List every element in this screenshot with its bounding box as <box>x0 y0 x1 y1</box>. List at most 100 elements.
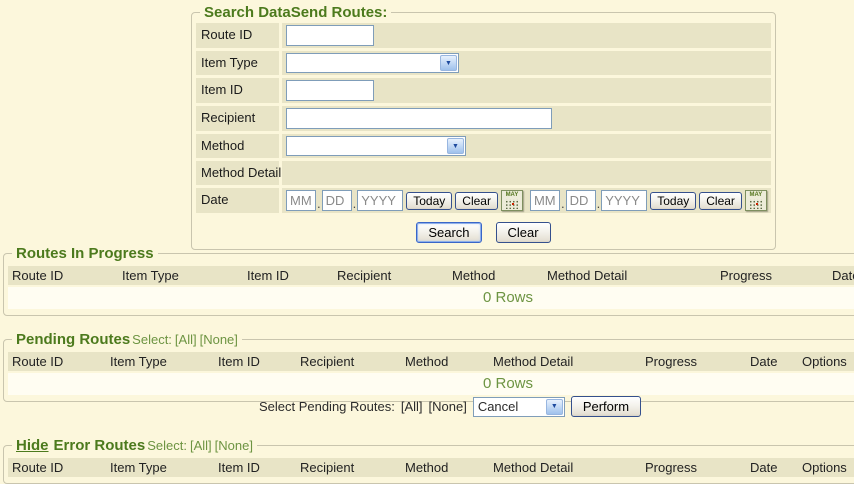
table-header-row: Route ID Item Type Item ID Recipient Met… <box>8 458 854 477</box>
column-header: Progress <box>641 458 746 477</box>
column-header: Options <box>798 352 854 371</box>
column-header: Method Detail <box>543 266 716 285</box>
method-field-cell: ▼ <box>282 134 771 158</box>
select-all-link[interactable]: [All] <box>190 438 212 453</box>
item-id-label: Item ID <box>196 78 279 103</box>
date-separator: . <box>561 196 565 211</box>
perform-button[interactable]: Perform <box>571 396 641 417</box>
calendar-today-dot <box>512 203 514 205</box>
recipient-row: Recipient <box>196 106 771 131</box>
method-row: Method ▼ <box>196 134 771 158</box>
item-id-row: Item ID <box>196 78 771 103</box>
search-buttons-row: Search Clear <box>196 216 771 245</box>
date-label: Date <box>196 188 279 213</box>
date-from-day-input[interactable] <box>322 190 352 211</box>
table-row: 0 Rows <box>8 287 854 309</box>
chevron-down-icon: ▼ <box>546 399 563 415</box>
calendar-month-label: MAY <box>746 191 766 198</box>
date-from-today-button[interactable]: Today <box>406 192 452 210</box>
date-to-day-input[interactable] <box>566 190 596 211</box>
method-select[interactable]: ▼ <box>286 136 466 156</box>
select-none-link[interactable]: [None] <box>215 438 253 453</box>
pending-action-select-value: Cancel <box>478 399 518 414</box>
column-header: Options <box>798 458 854 477</box>
method-label: Method <box>196 134 279 158</box>
date-from-clear-button[interactable]: Clear <box>455 192 498 210</box>
routes-in-progress-legend: Routes In Progress <box>12 245 158 262</box>
row-count-label: 0 Rows <box>8 373 854 395</box>
select-all-link[interactable]: [All] <box>175 332 197 347</box>
date-to-clear-button[interactable]: Clear <box>699 192 742 210</box>
column-header: Progress <box>716 266 828 285</box>
item-id-field-cell <box>282 78 771 103</box>
method-detail-field-cell <box>282 161 771 185</box>
search-datasend-routes-panel: Search DataSend Routes: Route ID Item Ty… <box>191 4 776 250</box>
select-label: Select: <box>132 332 172 347</box>
search-button[interactable]: Search <box>416 222 481 243</box>
calendar-today-dot <box>756 203 758 205</box>
routes-in-progress-panel: Routes In Progress Route ID Item Type It… <box>3 245 854 316</box>
column-header: Item ID <box>214 458 296 477</box>
table-header-row: Route ID Item Type Item ID Recipient Met… <box>8 266 854 285</box>
column-header: Method <box>401 458 489 477</box>
error-routes-legend: Hide Error RoutesSelect:[All][None] <box>12 437 257 454</box>
date-from-year-input[interactable] <box>357 190 403 211</box>
select-label: Select: <box>147 438 187 453</box>
recipient-input[interactable] <box>286 108 552 129</box>
item-id-input[interactable] <box>286 80 374 101</box>
column-header: Item Type <box>106 352 214 371</box>
route-id-row: Route ID <box>196 23 771 48</box>
calendar-grid <box>748 199 764 209</box>
table-header-row: Route ID Item Type Item ID Recipient Met… <box>8 352 854 371</box>
date-from-month-input[interactable] <box>286 190 316 211</box>
chevron-down-icon: ▼ <box>440 55 457 71</box>
pending-select-all-link[interactable]: [All] <box>401 399 423 414</box>
item-type-field-cell: ▼ <box>282 51 771 75</box>
route-id-label: Route ID <box>196 23 279 48</box>
method-detail-row: Method Detail <box>196 161 771 185</box>
recipient-label: Recipient <box>196 106 279 131</box>
column-header: Date <box>746 458 798 477</box>
column-header: Method Detail <box>489 458 641 477</box>
item-type-select[interactable]: ▼ <box>286 53 459 73</box>
column-header: Recipient <box>296 458 401 477</box>
pending-routes-legend: Pending RoutesSelect:[All][None] <box>12 331 242 348</box>
date-separator: . <box>353 196 357 211</box>
select-pending-routes-label: Select Pending Routes: <box>259 399 395 414</box>
pending-routes-table: Route ID Item Type Item ID Recipient Met… <box>8 350 854 397</box>
date-to-month-input[interactable] <box>530 190 560 211</box>
recipient-field-cell <box>282 106 771 131</box>
pending-actions-bar: Select Pending Routes: [All] [None] Canc… <box>0 396 854 417</box>
clear-button[interactable]: Clear <box>496 222 551 243</box>
table-row: 0 Rows <box>8 373 854 395</box>
date-field-cell: . . Today Clear MAY . . Today Clear <box>282 188 771 213</box>
calendar-month-label: MAY <box>502 191 522 198</box>
column-header: Recipient <box>333 266 448 285</box>
select-none-link[interactable]: [None] <box>200 332 238 347</box>
pending-action-select[interactable]: Cancel ▼ <box>473 397 565 417</box>
error-routes-panel: Hide Error RoutesSelect:[All][None] Route… <box>3 437 854 484</box>
item-type-label: Item Type <box>196 51 279 75</box>
column-header: Item Type <box>118 266 243 285</box>
calendar-icon[interactable]: MAY <box>501 190 523 211</box>
item-type-row: Item Type ▼ <box>196 51 771 75</box>
column-header: Method Detail <box>489 352 641 371</box>
column-header: Route ID <box>8 458 106 477</box>
calendar-icon[interactable]: MAY <box>745 190 767 211</box>
hide-error-routes-link[interactable]: Hide <box>16 437 49 454</box>
column-header: Method <box>448 266 543 285</box>
column-header: Item ID <box>243 266 333 285</box>
date-to-today-button[interactable]: Today <box>650 192 696 210</box>
date-separator: . <box>317 196 321 211</box>
column-header: Item ID <box>214 352 296 371</box>
date-to-year-input[interactable] <box>601 190 647 211</box>
route-id-input[interactable] <box>286 25 374 46</box>
column-header: Method <box>401 352 489 371</box>
chevron-down-icon: ▼ <box>447 138 464 154</box>
error-routes-title: Error Routes <box>54 437 146 454</box>
pending-select-none-link[interactable]: [None] <box>429 399 467 414</box>
column-header: Recipient <box>296 352 401 371</box>
pending-routes-title: Pending Routes <box>16 331 130 348</box>
date-separator: . <box>597 196 601 211</box>
route-id-field-cell <box>282 23 771 48</box>
